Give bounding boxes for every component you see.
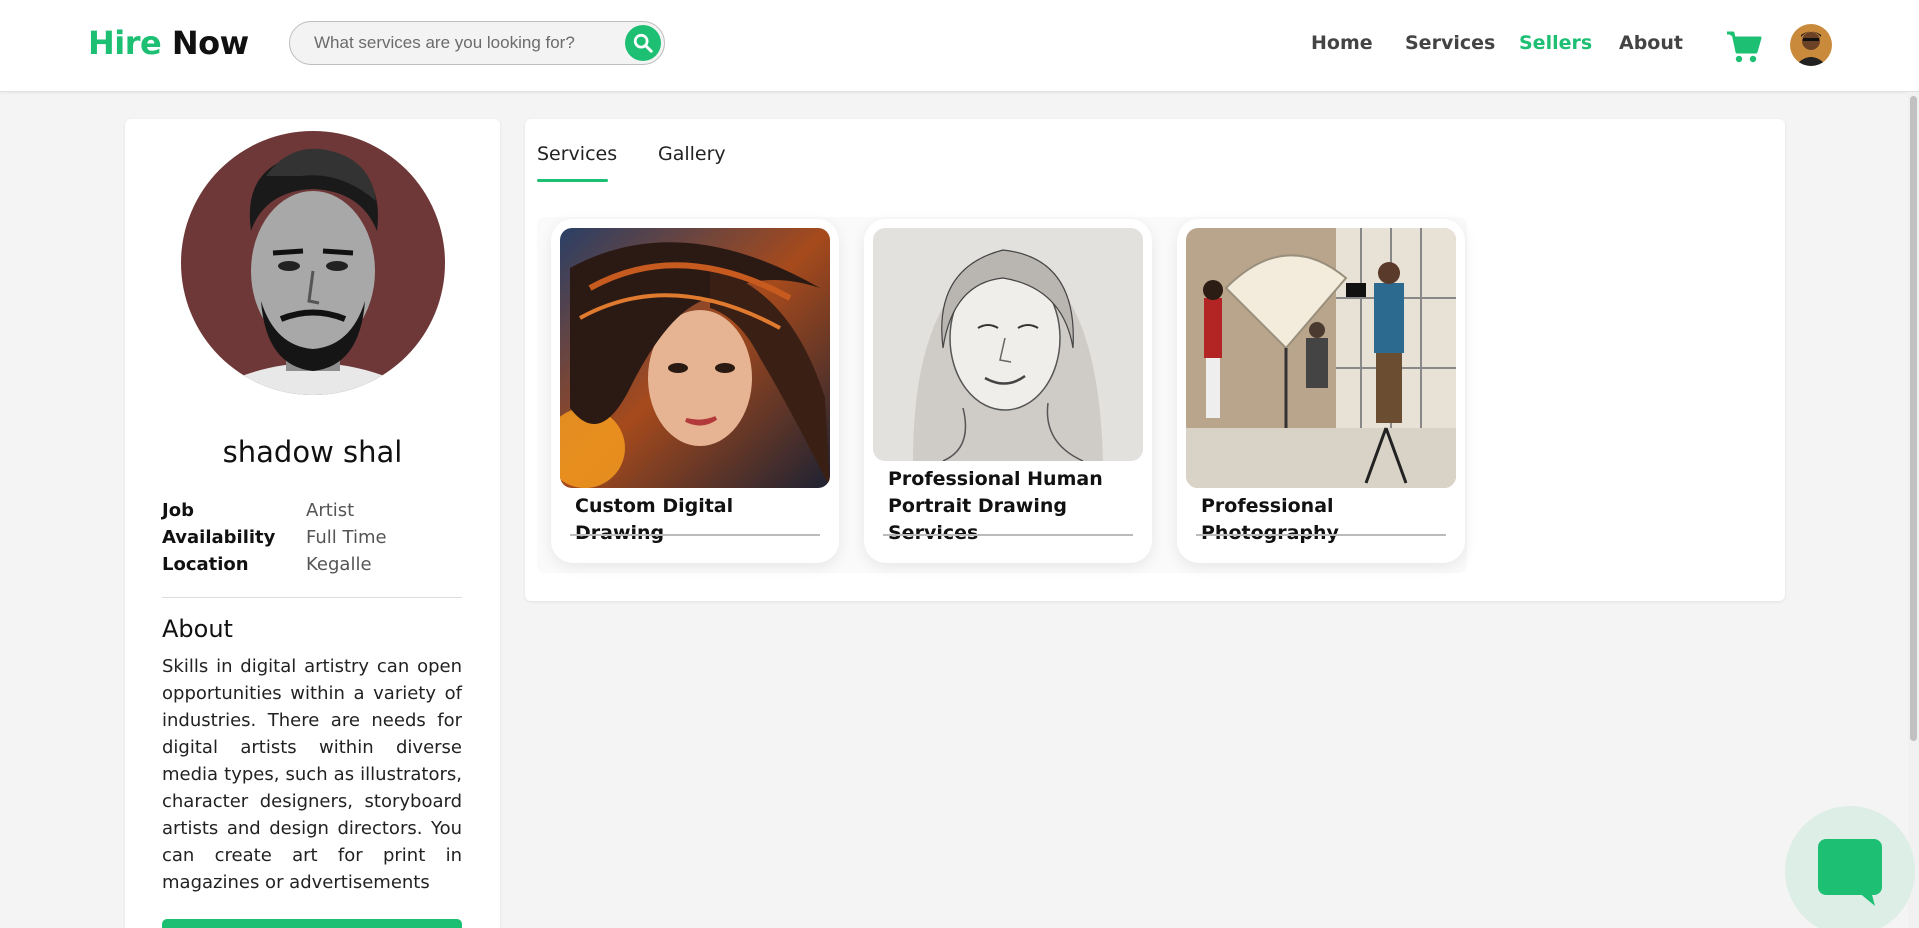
- nav-services[interactable]: Services: [1405, 32, 1495, 54]
- search-icon: [633, 33, 653, 53]
- nav-sellers[interactable]: Sellers: [1519, 32, 1592, 54]
- gig-divider: [883, 534, 1133, 536]
- scrollbar-thumb[interactable]: [1910, 96, 1917, 741]
- about-text: Skills in digital artistry can open oppo…: [162, 656, 462, 893]
- gig-title: Professional Photography: [1201, 495, 1339, 544]
- gig-divider: [1196, 534, 1446, 536]
- contact-seller-button[interactable]: [162, 919, 462, 928]
- gig-image: [560, 228, 830, 488]
- info-key: Job: [162, 500, 194, 521]
- info-value: Full Time: [306, 527, 387, 548]
- chat-icon: [1818, 839, 1882, 906]
- search-bar: [289, 21, 665, 65]
- gig-card[interactable]: Custom Digital Drawing: [551, 219, 839, 563]
- info-value: Artist: [306, 500, 355, 521]
- logo-now: Now: [171, 24, 249, 62]
- chat-button[interactable]: [1785, 806, 1915, 928]
- seller-name: shadow shal: [222, 435, 403, 469]
- gig-title: Custom Digital Drawing: [575, 495, 734, 544]
- info-row-job: Job Artist: [162, 500, 462, 527]
- logo[interactable]: Hire Now: [88, 24, 249, 62]
- cart-icon: [1727, 31, 1762, 63]
- logo-hire: Hire: [88, 24, 162, 62]
- tab-gallery[interactable]: Gallery: [658, 143, 726, 165]
- gig-card[interactable]: Professional Photography: [1177, 219, 1465, 563]
- gig-divider: [570, 534, 820, 536]
- gig-image: [1186, 228, 1456, 488]
- profile-divider: [162, 597, 462, 598]
- info-row-location: Location Kegalle: [162, 554, 462, 581]
- nav-about[interactable]: About: [1619, 32, 1683, 54]
- info-value: Kegalle: [306, 554, 372, 575]
- top-navbar: Hire Now Home Services Sellers About: [0, 0, 1919, 92]
- info-key: Availability: [162, 527, 276, 548]
- user-avatar[interactable]: [1790, 24, 1832, 66]
- cart-button[interactable]: [1726, 30, 1762, 64]
- nav-home[interactable]: Home: [1311, 32, 1373, 54]
- profile-photo: [181, 131, 445, 395]
- gig-card[interactable]: Professional Human Portrait Drawing Serv…: [864, 219, 1152, 563]
- seller-content-panel: Services Gallery Custom Digital Drawing …: [525, 119, 1785, 601]
- avatar-image: [1790, 24, 1832, 66]
- search-button[interactable]: [625, 25, 661, 61]
- gig-image: [873, 228, 1143, 461]
- about-heading: About: [162, 615, 233, 643]
- page-scrollbar[interactable]: [1908, 92, 1919, 928]
- info-row-availability: Availability Full Time: [162, 527, 462, 554]
- tab-services[interactable]: Services: [537, 143, 617, 165]
- seller-profile-card: shadow shal Job Artist Availability Full…: [125, 119, 500, 928]
- info-key: Location: [162, 554, 249, 575]
- search-input[interactable]: [314, 22, 614, 64]
- seller-info: Job Artist Availability Full Time Locati…: [162, 500, 462, 581]
- active-tab-indicator: [537, 179, 608, 182]
